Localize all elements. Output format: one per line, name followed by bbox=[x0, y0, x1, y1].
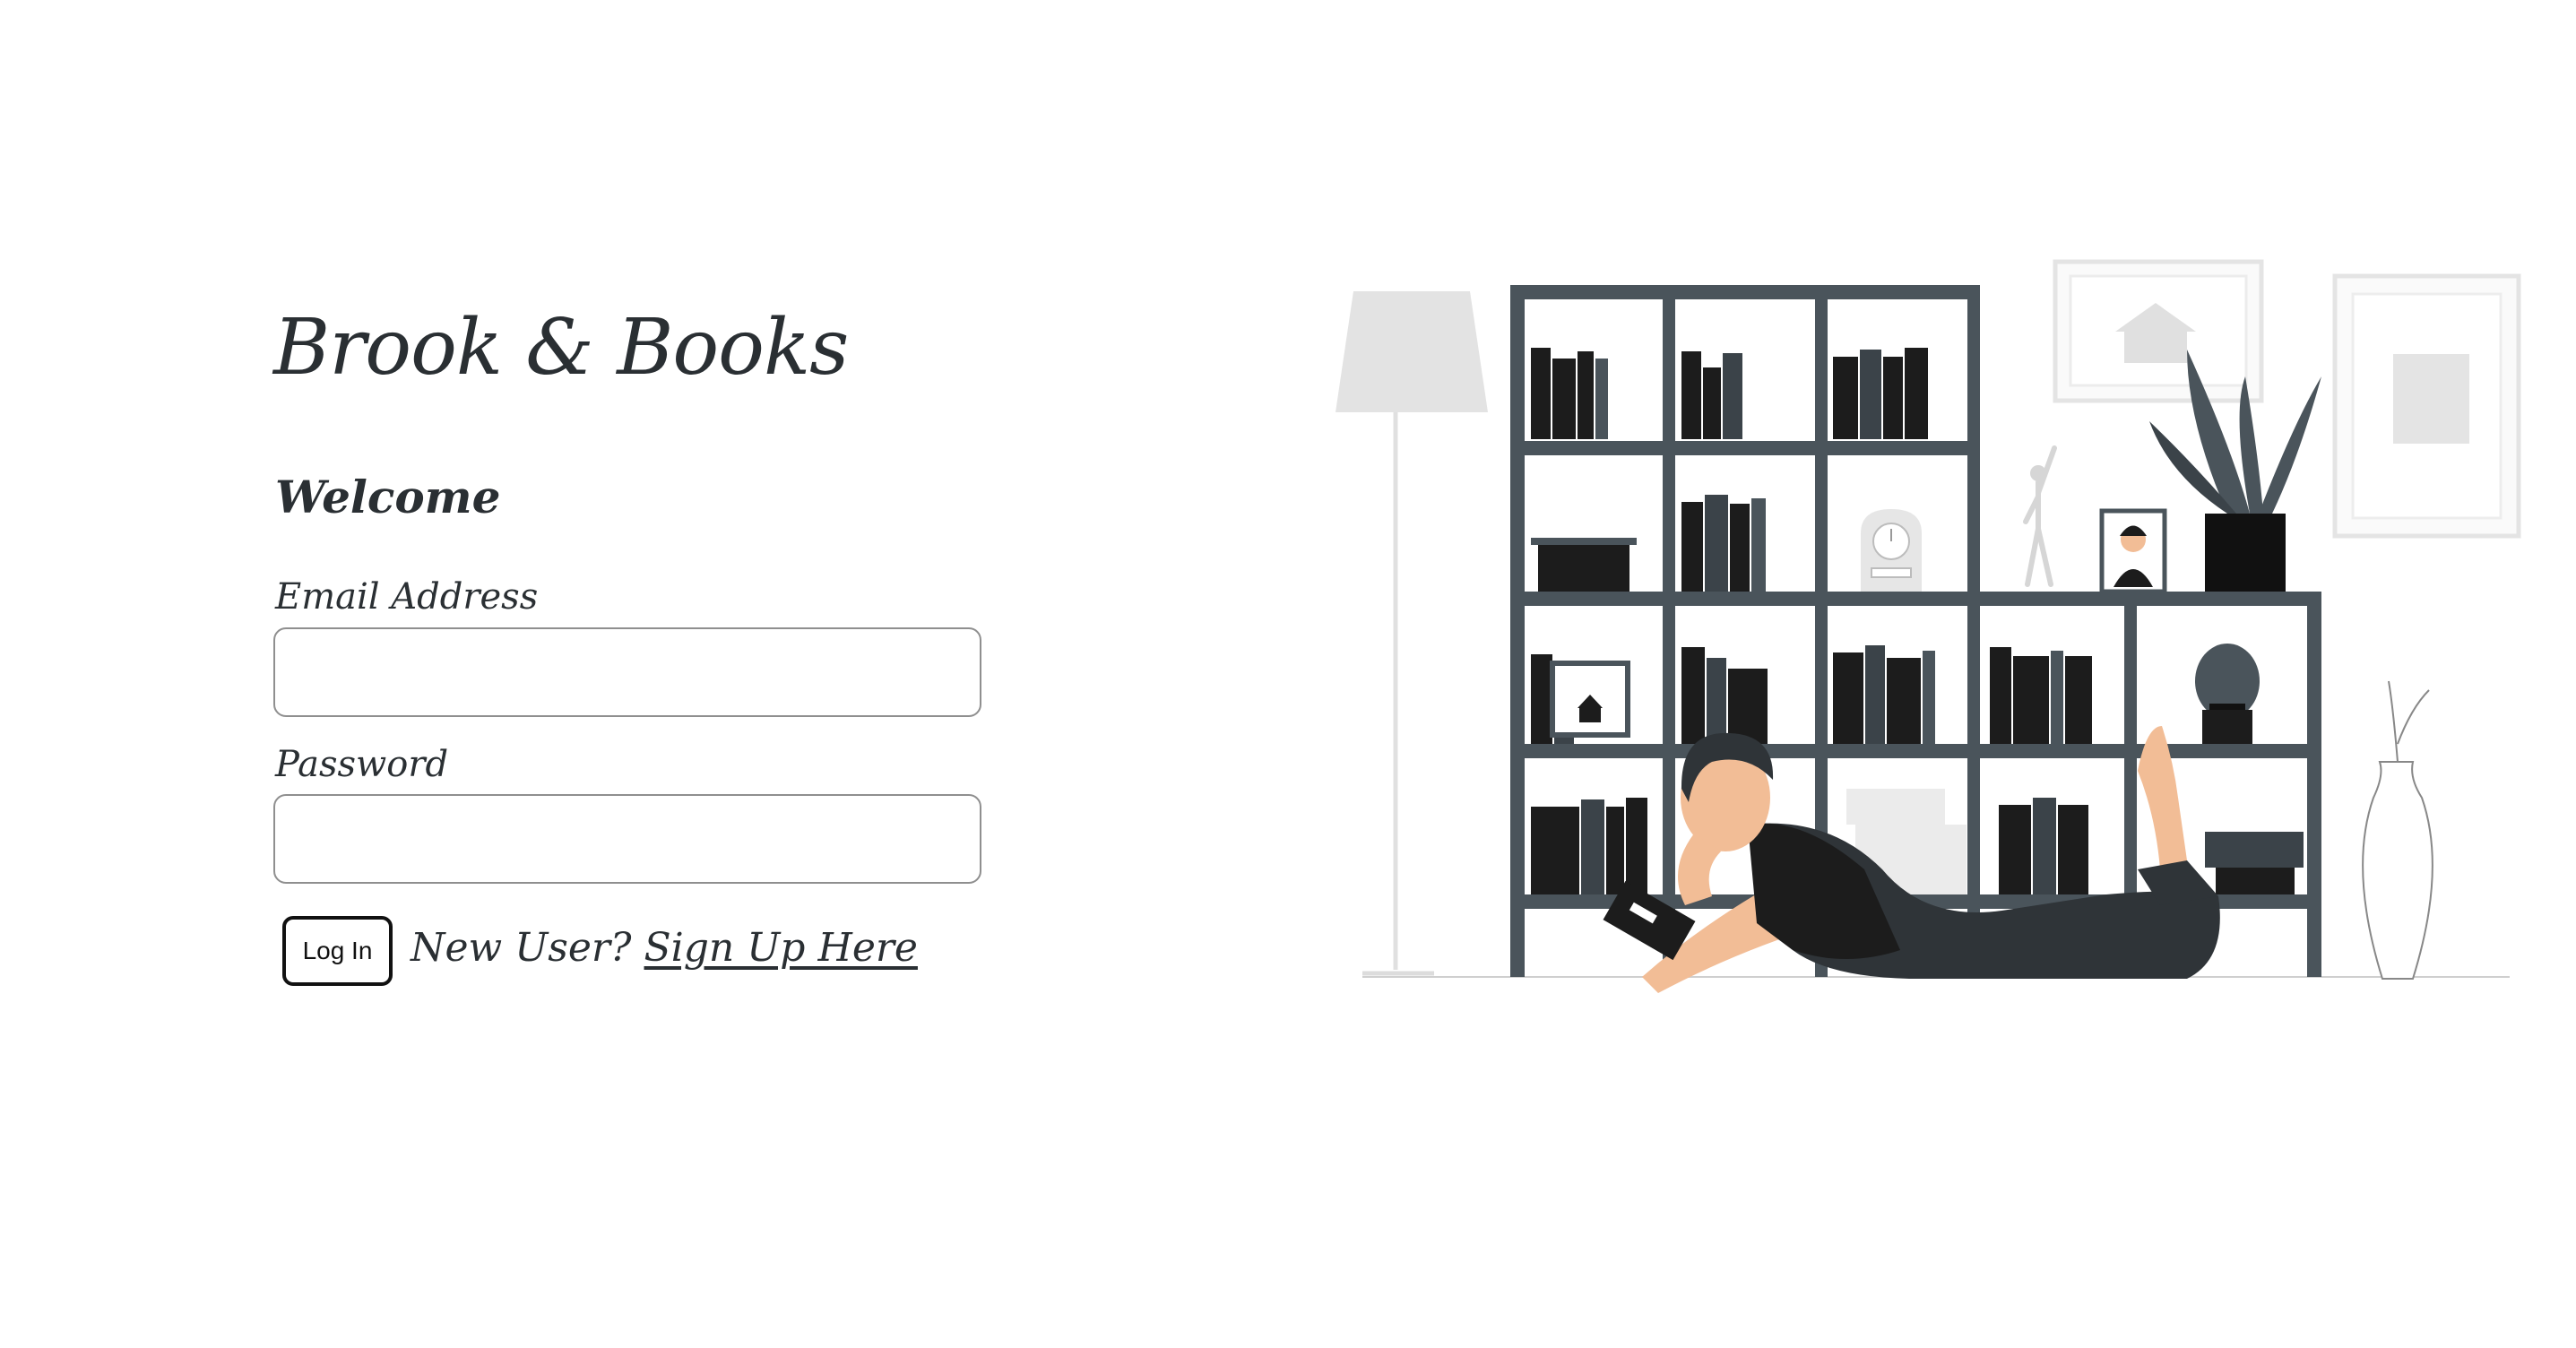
signup-prompt: New User? Sign Up Here bbox=[411, 921, 918, 975]
brand-title: Brook & Books bbox=[273, 303, 849, 393]
portrait-frame-icon bbox=[2099, 508, 2167, 594]
email-field[interactable] bbox=[273, 627, 981, 717]
framed-abstract-picture-icon bbox=[2332, 273, 2521, 539]
floor-lamp-icon bbox=[1336, 291, 1488, 976]
signup-link[interactable]: Sign Up Here bbox=[644, 925, 918, 971]
new-user-text: New User? bbox=[411, 925, 632, 971]
picture-frame-small-icon bbox=[1550, 661, 1630, 738]
figurine-icon bbox=[2023, 445, 2057, 587]
login-button[interactable]: Log In bbox=[282, 916, 393, 986]
password-field[interactable] bbox=[273, 794, 981, 884]
welcome-heading: Welcome bbox=[275, 471, 501, 523]
framed-house-picture-icon bbox=[2053, 259, 2264, 403]
password-label: Password bbox=[275, 744, 449, 785]
clock-icon bbox=[1861, 509, 1922, 592]
email-label: Email Address bbox=[275, 576, 539, 618]
reading-man-bookshelf-illustration bbox=[1336, 259, 2521, 993]
vase-icon bbox=[2362, 680, 2433, 980]
cactus-icon bbox=[2195, 644, 2260, 744]
